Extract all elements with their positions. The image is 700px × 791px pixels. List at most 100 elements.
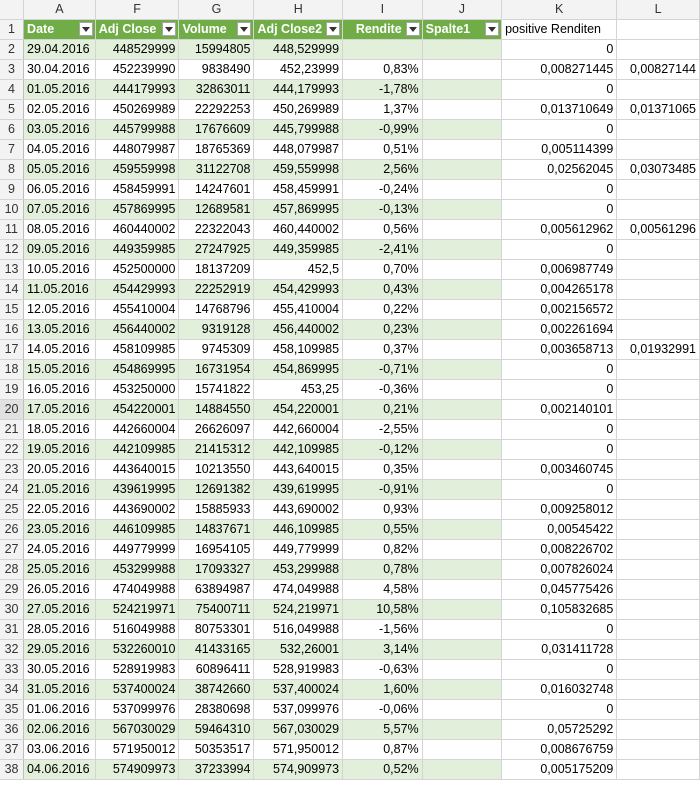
cell-date[interactable]: 30.04.2016 bbox=[23, 59, 96, 80]
cell-l[interactable] bbox=[616, 239, 700, 260]
cell-date[interactable]: 03.06.2016 bbox=[23, 739, 96, 760]
row-header[interactable]: 32 bbox=[0, 639, 25, 660]
cell-volume[interactable]: 27247925 bbox=[178, 239, 255, 260]
cell-volume[interactable]: 12689581 bbox=[178, 199, 255, 220]
row-header[interactable]: 7 bbox=[0, 139, 25, 160]
cell-rendite[interactable]: -0,91% bbox=[342, 479, 423, 500]
row-header[interactable]: 31 bbox=[0, 619, 25, 640]
cell-date[interactable]: 16.05.2016 bbox=[23, 379, 96, 400]
cell-positive-renditen[interactable]: 0,004265178 bbox=[501, 279, 618, 300]
cell-adj-close[interactable]: 452239990 bbox=[95, 59, 180, 80]
cell-spalte1[interactable] bbox=[422, 119, 503, 140]
cell-date[interactable]: 02.06.2016 bbox=[23, 719, 96, 740]
cell-adj-close[interactable]: 439619995 bbox=[95, 479, 180, 500]
cell-l[interactable] bbox=[616, 259, 700, 280]
cell-spalte1[interactable] bbox=[422, 179, 503, 200]
cell-rendite[interactable]: -0,12% bbox=[342, 439, 423, 460]
cell-rendite[interactable]: -0,36% bbox=[342, 379, 423, 400]
cell-positive-renditen[interactable]: 0,002156572 bbox=[501, 299, 618, 320]
cell-date[interactable]: 02.05.2016 bbox=[23, 99, 96, 120]
cell-adj-close[interactable]: 458459991 bbox=[95, 179, 180, 200]
cell-rendite[interactable]: 4,58% bbox=[342, 579, 423, 600]
cell-adj-close[interactable]: 537099976 bbox=[95, 699, 180, 720]
cell-volume[interactable]: 50353517 bbox=[178, 739, 255, 760]
cell-adj-close2[interactable]: 453,25 bbox=[253, 379, 344, 400]
cell-positive-renditen[interactable]: 0 bbox=[501, 419, 618, 440]
cell-adj-close[interactable]: 448079987 bbox=[95, 139, 180, 160]
cell-volume[interactable]: 32863011 bbox=[178, 79, 255, 100]
cell-adj-close[interactable]: 453250000 bbox=[95, 379, 180, 400]
cell-spalte1[interactable] bbox=[422, 739, 503, 760]
row-header[interactable]: 37 bbox=[0, 739, 25, 760]
row-header[interactable]: 8 bbox=[0, 159, 25, 180]
cell-adj-close2[interactable]: 445,799988 bbox=[253, 119, 344, 140]
cell-adj-close[interactable]: 567030029 bbox=[95, 719, 180, 740]
cell-adj-close[interactable]: 458109985 bbox=[95, 339, 180, 360]
cell-date[interactable]: 07.05.2016 bbox=[23, 199, 96, 220]
cell-rendite[interactable]: -2,55% bbox=[342, 419, 423, 440]
cell-spalte1[interactable] bbox=[422, 539, 503, 560]
cell-l[interactable] bbox=[616, 419, 700, 440]
cell-date[interactable]: 03.05.2016 bbox=[23, 119, 96, 140]
cell-spalte1[interactable] bbox=[422, 79, 503, 100]
cell-positive-renditen[interactable]: 0,008676759 bbox=[501, 739, 618, 760]
cell-spalte1[interactable] bbox=[422, 159, 503, 180]
cell-spalte1[interactable] bbox=[422, 439, 503, 460]
cell-rendite[interactable]: -0,24% bbox=[342, 179, 423, 200]
row-header[interactable]: 29 bbox=[0, 579, 25, 600]
cell-volume[interactable]: 60896411 bbox=[178, 659, 255, 680]
cell-date[interactable]: 04.06.2016 bbox=[23, 759, 96, 780]
cell-volume[interactable]: 22322043 bbox=[178, 219, 255, 240]
cell-date[interactable]: 29.05.2016 bbox=[23, 639, 96, 660]
cell-adj-close2[interactable]: 458,459991 bbox=[253, 179, 344, 200]
cell-l1[interactable] bbox=[616, 19, 700, 40]
cell-date[interactable]: 13.05.2016 bbox=[23, 319, 96, 340]
cell-adj-close[interactable]: 449359985 bbox=[95, 239, 180, 260]
cell-adj-close2[interactable]: 446,109985 bbox=[253, 519, 344, 540]
cell-spalte1[interactable] bbox=[422, 619, 503, 640]
cell-l[interactable]: 0,03073485 bbox=[616, 159, 700, 180]
cell-spalte1[interactable] bbox=[422, 339, 503, 360]
cell-l[interactable]: 0,01932991 bbox=[616, 339, 700, 360]
cell-rendite[interactable]: 0,52% bbox=[342, 759, 423, 780]
cell-spalte1[interactable] bbox=[422, 39, 503, 60]
cell-date[interactable]: 10.05.2016 bbox=[23, 259, 96, 280]
cell-date[interactable]: 05.05.2016 bbox=[23, 159, 96, 180]
cell-volume[interactable]: 22252919 bbox=[178, 279, 255, 300]
cell-l[interactable] bbox=[616, 619, 700, 640]
cell-volume[interactable]: 17093327 bbox=[178, 559, 255, 580]
cell-rendite[interactable] bbox=[342, 39, 423, 60]
cell-spalte1[interactable] bbox=[422, 379, 503, 400]
cell-rendite[interactable]: -0,99% bbox=[342, 119, 423, 140]
cell-adj-close[interactable]: 448529999 bbox=[95, 39, 180, 60]
cell-adj-close[interactable]: 528919983 bbox=[95, 659, 180, 680]
cell-volume[interactable]: 16731954 bbox=[178, 359, 255, 380]
cell-date[interactable]: 01.05.2016 bbox=[23, 79, 96, 100]
cell-adj-close[interactable]: 442109985 bbox=[95, 439, 180, 460]
column-header-f[interactable]: F bbox=[95, 0, 180, 20]
cell-date[interactable]: 11.05.2016 bbox=[23, 279, 96, 300]
cell-adj-close[interactable]: 443640015 bbox=[95, 459, 180, 480]
cell-positive-renditen[interactable]: 0 bbox=[501, 179, 618, 200]
cell-spalte1[interactable] bbox=[422, 679, 503, 700]
cell-l[interactable] bbox=[616, 699, 700, 720]
cell-positive-renditen[interactable]: 0,003658713 bbox=[501, 339, 618, 360]
cell-adj-close2[interactable]: 457,869995 bbox=[253, 199, 344, 220]
cell-adj-close2[interactable]: 567,030029 bbox=[253, 719, 344, 740]
cell-positive-renditen[interactable]: 0,031411728 bbox=[501, 639, 618, 660]
cell-volume[interactable]: 38742660 bbox=[178, 679, 255, 700]
cell-volume[interactable]: 22292253 bbox=[178, 99, 255, 120]
cell-l[interactable] bbox=[616, 519, 700, 540]
cell-positive-renditen[interactable]: 0,005175209 bbox=[501, 759, 618, 780]
cell-date[interactable]: 29.04.2016 bbox=[23, 39, 96, 60]
cell-spalte1[interactable] bbox=[422, 659, 503, 680]
cell-adj-close[interactable]: 443690002 bbox=[95, 499, 180, 520]
cell-rendite[interactable]: 0,51% bbox=[342, 139, 423, 160]
column-header-i[interactable]: I bbox=[342, 0, 423, 20]
cell-adj-close[interactable]: 524219971 bbox=[95, 599, 180, 620]
cell-spalte1[interactable] bbox=[422, 239, 503, 260]
cell-adj-close2[interactable]: 537,099976 bbox=[253, 699, 344, 720]
cell-spalte1[interactable] bbox=[422, 559, 503, 580]
cell-l[interactable] bbox=[616, 379, 700, 400]
cell-rendite[interactable]: 0,82% bbox=[342, 539, 423, 560]
